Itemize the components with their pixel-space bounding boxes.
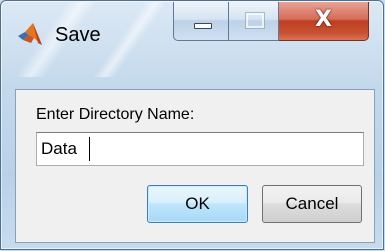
window-title: Save	[55, 24, 101, 46]
window-controls: X	[173, 2, 369, 41]
save-dialog-window: Save X Enter Directory Name: OK Cancel	[0, 0, 384, 250]
minimize-button[interactable]	[173, 2, 229, 41]
matlab-logo-icon	[18, 23, 42, 45]
text-caret	[89, 137, 90, 161]
ok-button[interactable]: OK	[147, 185, 248, 223]
directory-name-label: Enter Directory Name:	[36, 106, 195, 123]
titlebar-glass	[92, 2, 168, 77]
cancel-button[interactable]: Cancel	[262, 185, 362, 223]
close-button[interactable]: X	[279, 2, 369, 41]
directory-name-input[interactable]	[36, 132, 364, 166]
maximize-button[interactable]	[229, 2, 279, 41]
close-icon: X	[315, 7, 332, 32]
maximize-icon	[245, 12, 265, 29]
minimize-icon	[194, 23, 212, 29]
dialog-body: Enter Directory Name: OK Cancel	[15, 89, 375, 243]
